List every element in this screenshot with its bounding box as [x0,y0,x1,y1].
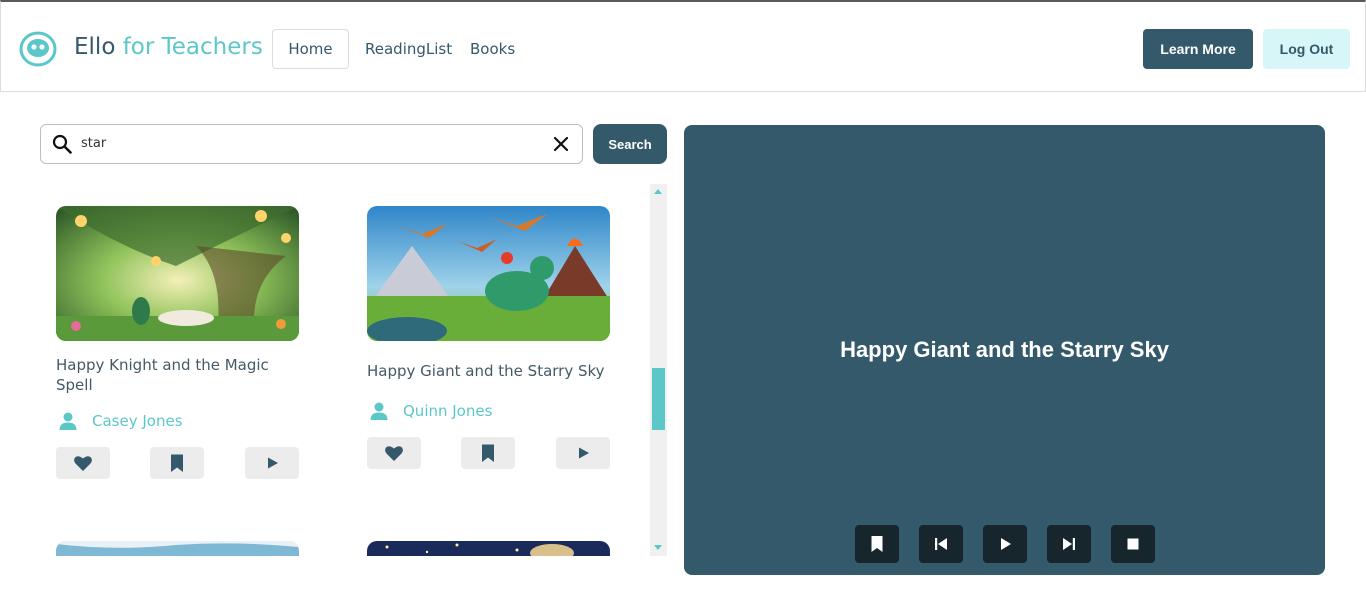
book-actions [367,437,610,469]
player-title: Happy Giant and the Starry Sky [840,337,1169,362]
bookmark-button[interactable] [461,437,515,469]
search-icon [52,134,72,154]
brand-title[interactable]: Ello for Teachers [74,34,263,60]
log-out-button[interactable]: Log Out [1263,29,1350,69]
stop-button[interactable] [1111,525,1155,563]
play-icon [268,457,278,469]
next-button[interactable] [1047,525,1091,563]
stop-icon [1127,538,1139,550]
user-icon [59,412,77,430]
play-button[interactable] [556,437,610,469]
brand-name: Ello [74,34,116,60]
skip-next-icon [1063,538,1075,550]
book-cover-image[interactable] [56,541,299,556]
book-cover-image[interactable] [56,206,299,341]
author-name: Quinn Jones [403,402,493,420]
play-icon [579,447,589,459]
story-player: Happy Giant and the Starry Sky [684,125,1325,575]
previous-button[interactable] [919,525,963,563]
book-title[interactable]: Happy Giant and the Starry Sky [367,361,610,381]
player-bookmark-button[interactable] [855,525,899,563]
scrollbar-thumb[interactable] [652,368,665,430]
user-icon [370,402,388,420]
search-input[interactable]: star [40,124,583,164]
heart-icon [74,456,92,471]
ello-logo-icon[interactable] [19,31,57,67]
bookmark-icon [171,454,183,472]
like-button[interactable] [56,447,110,479]
author-name: Casey Jones [92,412,183,430]
play-button[interactable] [245,447,299,479]
scroll-up-arrow-icon[interactable] [654,189,662,194]
book-list-scrollbar[interactable] [650,184,667,556]
book-list: Happy Knight and the Magic Spell Casey J… [40,184,650,556]
bookmark-icon [482,444,494,462]
book-title[interactable]: Happy Knight and the Magic Spell [56,355,299,395]
search-button[interactable]: Search [593,124,667,164]
like-button[interactable] [367,437,421,469]
bookmark-icon [871,536,883,552]
book-author: Casey Jones [56,409,299,433]
book-cover-image[interactable] [367,206,610,341]
nav-reading-list-link[interactable]: ReadingList [365,40,452,58]
skip-previous-icon [935,538,947,550]
book-author: Quinn Jones [367,399,610,423]
nav-books-link[interactable]: Books [470,40,515,58]
search-input-value: star [81,136,107,151]
book-cover-image[interactable] [367,541,610,556]
player-play-button[interactable] [983,525,1027,563]
top-navbar: Ello for Teachers Home ReadingList Books… [0,0,1366,92]
scroll-down-arrow-icon[interactable] [654,545,662,550]
book-card[interactable]: Happy Knight and the Magic Spell Casey J… [56,206,299,479]
book-actions [56,447,299,479]
nav-home-link[interactable]: Home [272,29,349,69]
bookmark-button[interactable] [150,447,204,479]
close-icon[interactable] [552,135,570,153]
learn-more-button[interactable]: Learn More [1143,29,1253,69]
book-card[interactable]: Happy Giant and the Starry Sky Quinn Jon… [367,206,610,469]
brand-tagline: for Teachers [122,34,263,60]
heart-icon [385,446,403,461]
play-icon [1001,538,1011,550]
